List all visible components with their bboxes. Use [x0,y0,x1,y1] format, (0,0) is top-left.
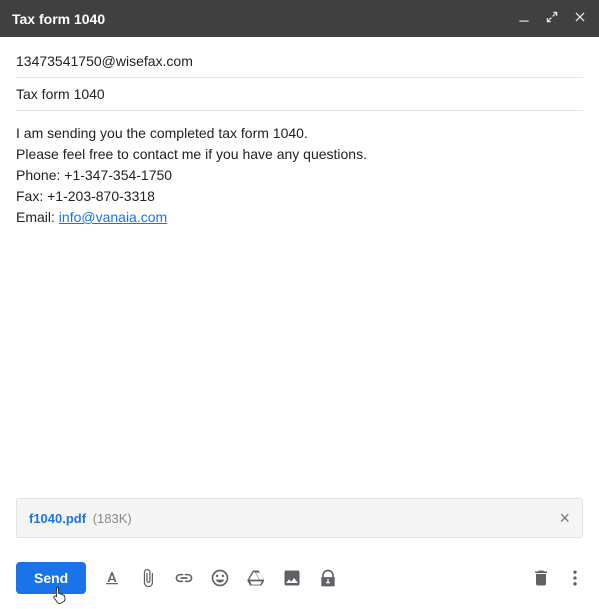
window-controls [517,10,587,27]
attachment-name: f1040.pdf [29,511,86,526]
emoji-icon[interactable] [210,568,230,588]
formatting-icons [102,568,338,588]
email-body[interactable]: I am sending you the completed tax form … [0,111,599,498]
bottom-toolbar: Send [0,552,599,608]
send-button-label: Send [34,570,68,586]
email-label: Email: [16,209,59,225]
more-options-icon[interactable] [565,568,585,588]
trash-icon[interactable] [531,568,551,588]
body-line-phone: Phone: +1-347-354-1750 [16,165,583,186]
phone-number: +1-347-354-1750 [64,167,172,183]
body-line: Please feel free to contact me if you ha… [16,144,583,165]
fax-label: Fax: [16,188,47,204]
photo-icon[interactable] [282,568,302,588]
minimize-icon[interactable] [517,10,531,27]
body-line-email: Email: info@vanaia.com [16,207,583,228]
attachment-chip[interactable]: f1040.pdf (183K) × [16,498,583,538]
window-title: Tax form 1040 [12,11,105,27]
window-title-bar: Tax form 1040 [0,0,599,37]
body-line: I am sending you the completed tax form … [16,123,583,144]
expand-icon[interactable] [545,10,559,27]
to-field[interactable]: 13473541750@wisefax.com [16,45,583,78]
confidential-icon[interactable] [318,568,338,588]
attachment-remove-icon[interactable]: × [559,509,570,527]
cursor-icon [50,586,68,609]
toolbar-left: Send [16,562,338,594]
text-format-icon[interactable] [102,568,122,588]
send-button[interactable]: Send [16,562,86,594]
compose-window: Tax form 1040 13473541750@wisefax.com Ta… [0,0,599,608]
attachment-size: (183K) [93,511,132,526]
subject-field[interactable]: Tax form 1040 [16,78,583,111]
toolbar-right [531,568,585,588]
body-line-fax: Fax: +1-203-870-3318 [16,186,583,207]
header-fields: 13473541750@wisefax.com Tax form 1040 [0,37,599,111]
attach-icon[interactable] [138,568,158,588]
email-link[interactable]: info@vanaia.com [59,209,167,225]
close-icon[interactable] [573,10,587,27]
link-icon[interactable] [174,568,194,588]
attachment-info: f1040.pdf (183K) [29,511,132,526]
phone-label: Phone: [16,167,64,183]
fax-number: +1-203-870-3318 [47,188,155,204]
drive-icon[interactable] [246,568,266,588]
